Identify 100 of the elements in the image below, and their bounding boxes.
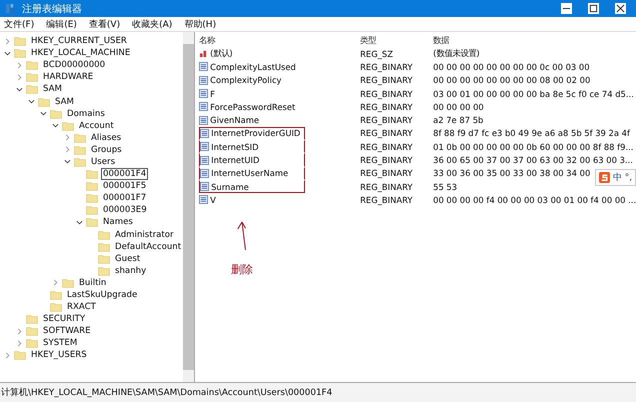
value-name[interactable]: InternetUID xyxy=(211,155,260,166)
value-name[interactable]: InternetSID xyxy=(211,142,259,152)
tree-item[interactable]: SYSTEM xyxy=(41,337,80,350)
folder-icon xyxy=(98,266,110,276)
tree-item[interactable]: SOFTWARE xyxy=(41,325,93,338)
tree-item[interactable]: shanhy xyxy=(113,264,148,277)
expand-chevron-icon[interactable] xyxy=(4,38,11,45)
tree-item[interactable]: HKEY_CURRENT_USER xyxy=(29,35,129,48)
collapse-chevron-icon[interactable] xyxy=(64,158,71,166)
ime-toolbar[interactable]: 中 °, xyxy=(594,169,636,186)
collapse-chevron-icon[interactable] xyxy=(28,98,35,106)
value-name[interactable]: V xyxy=(210,194,216,205)
tree-item[interactable]: Builtin xyxy=(77,276,108,289)
folder-icon xyxy=(74,144,86,155)
tree-item[interactable]: HKEY_USERS xyxy=(29,349,89,362)
scrollbar[interactable] xyxy=(183,32,194,382)
expand-chevron-icon[interactable] xyxy=(4,352,11,359)
folder-icon xyxy=(86,193,98,204)
tree-item[interactable]: BCD00000000 xyxy=(41,59,108,72)
ime-toolbar-item[interactable]: °, xyxy=(624,172,632,182)
expand-chevron-icon[interactable] xyxy=(64,146,71,154)
binary-value-icon xyxy=(200,168,210,178)
folder-icon xyxy=(14,48,26,58)
expand-chevron-icon[interactable] xyxy=(16,328,23,335)
value-name[interactable]: ComplexityPolicy xyxy=(210,75,282,86)
column-header[interactable]: 类型 xyxy=(360,35,434,46)
value-name[interactable]: (默认) xyxy=(210,48,233,60)
tree-item[interactable]: SECURITY xyxy=(41,313,88,326)
tree-item[interactable]: 000001F7 xyxy=(101,192,148,204)
menu-item[interactable]: 帮助(H) xyxy=(184,18,216,30)
expand-chevron-icon[interactable] xyxy=(16,62,23,69)
value-name[interactable]: ComplexityLastUsed xyxy=(210,62,296,72)
menu-item[interactable]: 收藏夹(A) xyxy=(132,18,172,30)
folder-icon xyxy=(86,205,98,216)
status-bar: 计算机\HKEY_LOCAL_MACHINE\SAM\SAM\Domains\Account\Users\000001F4 xyxy=(0,383,636,402)
menu-item[interactable]: 文件(F) xyxy=(4,18,34,30)
value-type: REG_BINARY xyxy=(360,102,414,112)
value-name[interactable]: ForcePasswordReset xyxy=(210,102,296,112)
value-type: REG_BINARY xyxy=(360,194,414,205)
binary-value-icon xyxy=(199,76,208,85)
value-name[interactable]: GivenName xyxy=(210,115,260,126)
value-name[interactable]: InternetUserName xyxy=(211,168,288,178)
tree-item[interactable]: SAM xyxy=(41,83,64,96)
tree-item[interactable]: Groups xyxy=(89,144,124,156)
folder-icon xyxy=(98,254,110,264)
binary-value-icon xyxy=(199,102,208,112)
tree-item[interactable]: Domains xyxy=(65,108,107,120)
folder-icon xyxy=(50,108,62,119)
binary-value-icon xyxy=(200,182,210,192)
expand-chevron-icon[interactable] xyxy=(16,74,23,81)
tree-item[interactable]: Administrator xyxy=(113,228,176,241)
folder-icon xyxy=(50,302,62,312)
ime-logo-icon[interactable] xyxy=(598,172,610,183)
menu-item[interactable]: 编辑(E) xyxy=(46,18,77,30)
collapse-chevron-icon[interactable] xyxy=(76,218,83,226)
value-name[interactable]: F xyxy=(210,88,215,99)
tree-item[interactable]: HARDWARE xyxy=(41,71,96,84)
folder-icon xyxy=(14,350,26,360)
collapse-chevron-icon[interactable] xyxy=(4,50,11,57)
tree-item[interactable]: Users xyxy=(89,156,118,168)
expand-chevron-icon[interactable] xyxy=(16,340,23,347)
collapse-chevron-icon[interactable] xyxy=(16,86,23,93)
expand-chevron-icon[interactable] xyxy=(52,279,59,286)
tree-item[interactable]: 000001F5 xyxy=(101,180,148,192)
value-type: REG_BINARY xyxy=(360,115,414,126)
value-data: a2 7e 87 5b xyxy=(433,115,484,126)
close-icon[interactable] xyxy=(615,3,626,14)
folder-icon xyxy=(86,181,98,192)
value-data: 55 53 xyxy=(433,182,458,192)
registry-icon xyxy=(5,3,16,14)
tree-item[interactable]: DefaultAccount xyxy=(113,240,184,253)
tree-item[interactable]: RXACT xyxy=(65,301,98,314)
value-type: REG_BINARY xyxy=(360,88,414,99)
collapse-chevron-icon[interactable] xyxy=(52,122,59,130)
ime-toolbar-item[interactable]: 中 xyxy=(612,171,622,184)
folder-icon xyxy=(86,217,98,228)
folder-icon xyxy=(26,314,38,324)
tree-item[interactable]: Names xyxy=(101,216,135,228)
binary-value-icon xyxy=(199,116,208,125)
column-header[interactable]: 数据 xyxy=(433,35,450,46)
column-header[interactable]: 名称 xyxy=(199,35,360,46)
tree-item[interactable]: Aliases xyxy=(89,132,124,144)
value-type: REG_BINARY xyxy=(360,168,414,178)
tree-item[interactable]: 000001F4 xyxy=(101,168,148,180)
binary-value-icon xyxy=(200,142,210,152)
tree-item[interactable]: HKEY_LOCAL_MACHINE xyxy=(29,47,132,60)
maximize-icon[interactable] xyxy=(588,3,599,14)
tree-item[interactable]: Account xyxy=(77,120,116,132)
tree-item[interactable]: 000003E9 xyxy=(101,204,149,216)
tree-item[interactable]: SAM xyxy=(53,96,76,108)
tree-item[interactable]: LastSkuUpgrade xyxy=(65,289,140,302)
tree-item[interactable]: Guest xyxy=(113,252,142,265)
value-data: 00 00 00 00 xyxy=(433,102,484,112)
binary-value-icon xyxy=(199,62,208,72)
minimize-icon[interactable] xyxy=(561,3,572,14)
folder-icon xyxy=(26,72,38,82)
collapse-chevron-icon[interactable] xyxy=(40,110,47,118)
menu-item[interactable]: 查看(V) xyxy=(88,18,120,30)
window-title: 注册表编辑器 xyxy=(22,2,83,16)
expand-chevron-icon[interactable] xyxy=(64,134,71,142)
